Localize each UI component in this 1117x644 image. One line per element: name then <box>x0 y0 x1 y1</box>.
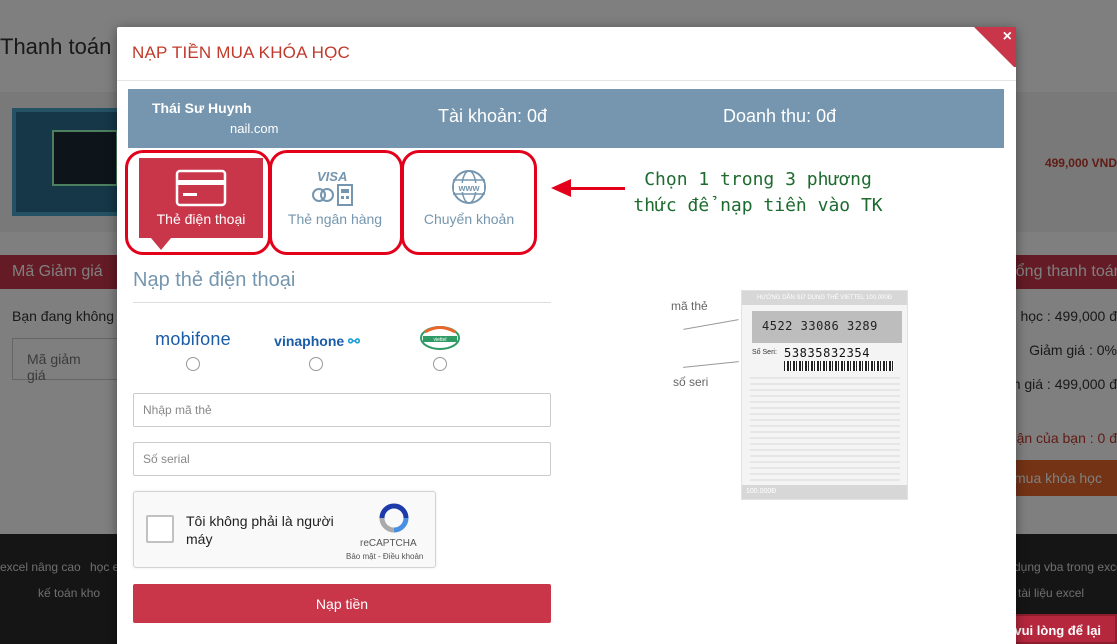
highlight-ring <box>401 150 537 255</box>
card-value: 100.000Đ <box>742 485 907 499</box>
radio-mobifone[interactable] <box>186 357 200 371</box>
arrow-line <box>569 187 625 190</box>
mobifone-logo: mobifone <box>155 329 231 349</box>
viettel-card-example: HƯỚNG DẪN SỬ DỤNG THẺ VIETTEL 100.000Đ 4… <box>741 290 908 500</box>
topup-submit-button[interactable]: Nạp tiền <box>133 584 551 623</box>
close-icon: × <box>1002 28 1012 45</box>
viettel-logo: viettel <box>420 326 460 350</box>
callout-line <box>683 319 739 330</box>
radio-viettel[interactable] <box>433 357 447 371</box>
modal-title: NẠP TIỀN MUA KHÓA HỌC <box>132 43 351 62</box>
modal-header: NẠP TIỀN MUA KHÓA HỌC <box>117 27 1016 81</box>
recaptcha-widget: Tôi không phải là người máy reCAPTCHA Bả… <box>133 491 436 568</box>
card-code-input[interactable]: Nhập mã thẻ <box>133 393 551 427</box>
annotation-text: Chọn 1 trong 3 phương thức để nạp tiền v… <box>633 169 883 216</box>
card-code: 4522 33086 3289 <box>752 311 902 343</box>
card-serial-label: Số Seri: <box>752 349 777 356</box>
callout-card-code: mã thẻ <box>671 299 708 313</box>
callout-serial: số seri <box>673 375 709 389</box>
user-name: Thái Sư Huynh <box>152 100 252 116</box>
card-serial: 53835832354 <box>784 346 871 360</box>
recaptcha-label: Tôi không phải là người máy <box>186 513 334 547</box>
barcode <box>784 361 894 371</box>
topup-modal: NẠP TIỀN MUA KHÓA HỌC × Thái Sư Huynh na… <box>117 27 1016 644</box>
arrow-icon <box>551 179 571 197</box>
card-instructions <box>750 377 900 481</box>
account-balance: Tài khoản: 0đ <box>438 106 548 126</box>
vinaphone-logo: vinaphone ⚯ <box>274 333 360 349</box>
highlight-ring <box>269 150 403 255</box>
svg-text:viettel: viettel <box>433 337 446 343</box>
recaptcha-brand: reCAPTCHA <box>360 538 417 549</box>
user-email: nail.com <box>230 121 279 136</box>
recaptcha-terms[interactable]: Bảo mật - Điều khoản <box>346 552 423 561</box>
recaptcha-icon <box>379 503 409 533</box>
radio-vinaphone[interactable] <box>309 357 323 371</box>
close-button[interactable]: × <box>974 27 1016 67</box>
account-info-bar: Thái Sư Huynh nail.com Tài khoản: 0đ Doa… <box>128 89 1004 148</box>
card-header: HƯỚNG DẪN SỬ DỤNG THẺ VIETTEL 100.000Đ <box>742 291 907 305</box>
divider <box>133 302 551 303</box>
highlight-ring <box>125 150 271 255</box>
recaptcha-checkbox[interactable] <box>146 515 174 543</box>
section-title: Nạp thẻ điện thoại <box>133 269 296 291</box>
serial-input[interactable]: Số serial <box>133 442 551 476</box>
revenue: Doanh thu: 0đ <box>723 106 837 126</box>
callout-line <box>683 361 739 368</box>
